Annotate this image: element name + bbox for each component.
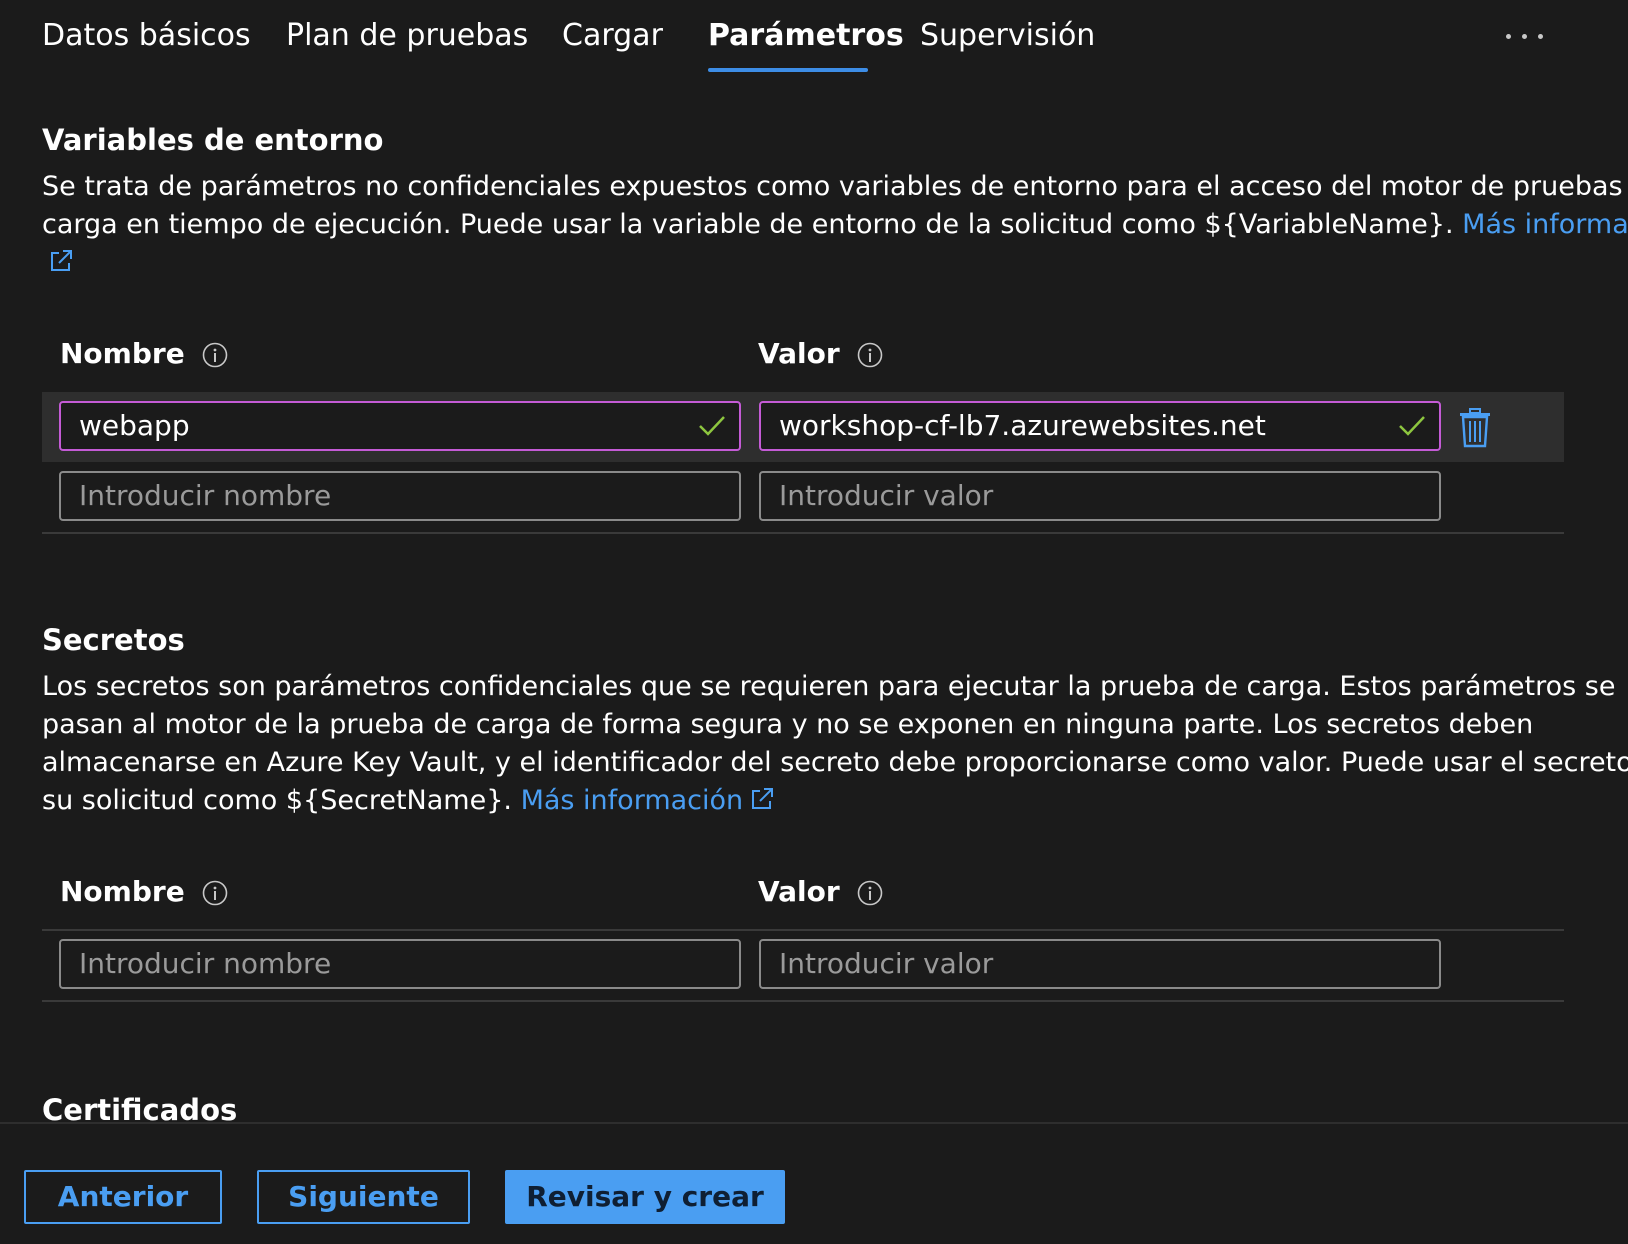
info-icon[interactable] [857,339,883,379]
next-button[interactable]: Siguiente [257,1170,470,1224]
secrets-new-value-placeholder: Introducir valor [779,947,994,980]
tab-supervision[interactable]: Supervisión [920,14,1095,58]
env-value-label-text: Valor [758,337,840,370]
external-link-icon[interactable] [48,247,74,285]
secrets-value-column-label: Valor [758,872,883,917]
secrets-value-label-text: Valor [758,875,840,908]
env-new-value-input[interactable]: Introducir valor [759,471,1441,521]
env-new-name-input[interactable]: Introducir nombre [59,471,741,521]
info-icon[interactable] [202,339,228,379]
tab-plan-de-pruebas[interactable]: Plan de pruebas [286,14,528,58]
env-name-field[interactable]: webapp [59,401,741,451]
tab-datos-basicos[interactable]: Datos básicos [42,14,251,58]
secrets-section-title: Secretos [42,623,185,657]
info-icon[interactable] [857,877,883,917]
env-value-value: workshop-cf-lb7.azurewebsites.net [779,409,1266,442]
ellipsis-icon[interactable] [1500,18,1550,54]
tab-cargar[interactable]: Cargar [562,14,663,58]
env-name-label-text: Nombre [60,337,185,370]
secrets-description: Los secretos son parámetros confidencial… [42,668,1628,823]
checkmark-icon [697,413,727,443]
env-value-column-label: Valor [758,334,883,379]
secrets-learn-more-link[interactable]: Más información [521,785,744,816]
secrets-name-label-text: Nombre [60,875,185,908]
previous-button[interactable]: Anterior [24,1170,222,1224]
footer-bar: Anterior Siguiente Revisar y crear [0,1122,1628,1244]
env-divider [42,532,1564,534]
env-value-field[interactable]: workshop-cf-lb7.azurewebsites.net [759,401,1441,451]
secrets-new-name-placeholder: Introducir nombre [79,947,332,980]
secrets-desc-line3: almacenarse en Azure Key Vault, y el ide… [42,747,1628,778]
env-learn-more-link[interactable]: Más información [1462,209,1628,240]
certs-section: Certificados [0,1080,1628,1122]
env-description: Se trata de parámetros no confidenciales… [42,168,1628,285]
secrets-desc-line4: su solicitud como ${SecretName}. [42,785,512,816]
certs-section-title: Certificados [42,1093,238,1122]
active-tab-indicator [708,68,868,72]
info-icon[interactable] [202,877,228,917]
checkmark-icon [1397,413,1427,443]
env-name-value: webapp [79,409,190,442]
env-desc-line2: carga en tiempo de ejecución. Puede usar… [42,209,1454,240]
env-name-column-label: Nombre [60,334,228,379]
env-section-title: Variables de entorno [42,123,384,157]
tab-parametros[interactable]: Parámetros [708,14,904,58]
secrets-desc-line2: pasan al motor de la prueba de carga de … [42,709,1534,740]
secrets-new-name-input[interactable]: Introducir nombre [59,939,741,989]
secrets-divider [42,1000,1564,1002]
secrets-new-value-input[interactable]: Introducir valor [759,939,1441,989]
delete-icon[interactable] [1458,408,1492,448]
env-new-value-placeholder: Introducir valor [779,479,994,512]
tab-bar: Datos básicos Plan de pruebas Cargar Par… [0,0,1628,76]
env-desc-line1: Se trata de parámetros no confidenciales… [42,171,1628,202]
secrets-header-divider [42,929,1564,931]
external-link-icon[interactable] [749,785,775,823]
secrets-desc-line1: Los secretos son parámetros confidencial… [42,671,1616,702]
review-create-button[interactable]: Revisar y crear [505,1170,785,1224]
secrets-name-column-label: Nombre [60,872,228,917]
env-new-name-placeholder: Introducir nombre [79,479,332,512]
